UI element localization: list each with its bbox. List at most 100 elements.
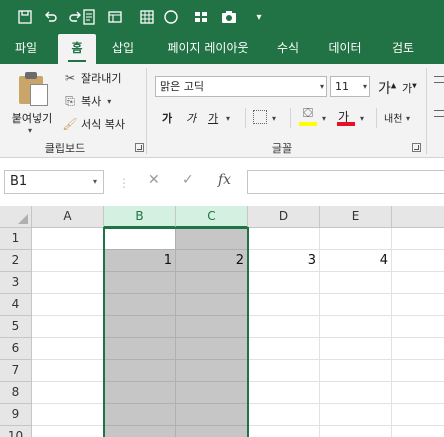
tab-data[interactable]: 데이터: [316, 34, 374, 64]
cell-a2[interactable]: [32, 250, 104, 272]
cell-f9[interactable]: [392, 404, 444, 426]
cell-d6[interactable]: [248, 338, 320, 360]
cell-a7[interactable]: [32, 360, 104, 382]
tab-insert[interactable]: 삽입: [100, 34, 146, 64]
cell-b8[interactable]: [104, 382, 176, 404]
row-header-9[interactable]: 9: [0, 404, 32, 426]
chevron-down-icon[interactable]: ▾: [360, 114, 364, 123]
cell-f1[interactable]: [392, 228, 444, 250]
cell-b6[interactable]: [104, 338, 176, 360]
cell-c3[interactable]: [176, 272, 248, 294]
check-icon[interactable]: ✓: [182, 172, 194, 188]
row-header-8[interactable]: 8: [0, 382, 32, 404]
cell-b7[interactable]: [104, 360, 176, 382]
font-name-select[interactable]: 맑은 고딕 ▾: [155, 76, 327, 97]
autosave-icon[interactable]: [16, 8, 34, 26]
cell-e9[interactable]: [320, 404, 392, 426]
cell-e6[interactable]: [320, 338, 392, 360]
cell-c4[interactable]: [176, 294, 248, 316]
format-painter-button[interactable]: 🖌 서식 복사: [62, 114, 125, 134]
customize-caret-icon[interactable]: ▾: [250, 8, 268, 26]
circle-icon[interactable]: [162, 8, 180, 26]
cell-c9[interactable]: [176, 404, 248, 426]
shrink-font-button[interactable]: 가▼: [402, 80, 417, 96]
cell-d10[interactable]: [248, 426, 320, 437]
cell-c8[interactable]: [176, 382, 248, 404]
chevron-down-icon[interactable]: ▾: [322, 114, 326, 123]
cell-a1[interactable]: [32, 228, 104, 250]
cell-d5[interactable]: [248, 316, 320, 338]
sheet-icon[interactable]: [80, 8, 98, 26]
row-header-2[interactable]: 2: [0, 250, 32, 272]
cell-b2[interactable]: 1: [104, 250, 176, 272]
bold-button[interactable]: 가: [162, 110, 172, 126]
cell-d7[interactable]: [248, 360, 320, 382]
cell-b3[interactable]: [104, 272, 176, 294]
cell-c2[interactable]: 2: [176, 250, 248, 272]
cell-d8[interactable]: [248, 382, 320, 404]
align-icon[interactable]: [434, 110, 444, 111]
cell-e5[interactable]: [320, 316, 392, 338]
row-header-6[interactable]: 6: [0, 338, 32, 360]
cell-b1[interactable]: [104, 228, 176, 250]
cell-e2[interactable]: 4: [320, 250, 392, 272]
font-launcher-icon[interactable]: [412, 143, 421, 152]
cell-e3[interactable]: [320, 272, 392, 294]
cell-a4[interactable]: [32, 294, 104, 316]
column-header-e[interactable]: E: [320, 206, 392, 228]
close-icon[interactable]: ✕: [148, 172, 160, 188]
print-preview-icon[interactable]: [106, 8, 124, 26]
cell-c10[interactable]: [176, 426, 248, 437]
italic-button[interactable]: 가: [186, 110, 196, 126]
cell-e7[interactable]: [320, 360, 392, 382]
column-header-b[interactable]: B: [104, 206, 176, 228]
column-header-a[interactable]: A: [32, 206, 104, 228]
cell-e8[interactable]: [320, 382, 392, 404]
paste-button[interactable]: 붙여넣기 ▾: [6, 70, 56, 135]
cell-c5[interactable]: [176, 316, 248, 338]
cell-d2[interactable]: 3: [248, 250, 320, 272]
cell-f10[interactable]: [392, 426, 444, 437]
cell-f6[interactable]: [392, 338, 444, 360]
fill-color-icon[interactable]: ⛋: [300, 106, 316, 122]
sheet-grid-icon[interactable]: [138, 8, 156, 26]
grow-font-button[interactable]: 가▲: [378, 78, 396, 98]
row-header-3[interactable]: 3: [0, 272, 32, 294]
row-header-10[interactable]: 10: [0, 426, 32, 437]
phonetic-button[interactable]: 내천: [384, 110, 402, 125]
cell-f3[interactable]: [392, 272, 444, 294]
cell-b10[interactable]: [104, 426, 176, 437]
column-header-c[interactable]: C: [176, 206, 248, 228]
cell-e10[interactable]: [320, 426, 392, 437]
cell-c1[interactable]: [176, 228, 248, 250]
row-header-5[interactable]: 5: [0, 316, 32, 338]
cut-button[interactable]: ✂ 잘라내기: [62, 68, 122, 88]
cell-a10[interactable]: [32, 426, 104, 437]
align-icon[interactable]: [434, 76, 444, 77]
camera-icon[interactable]: [220, 8, 238, 26]
cell-a9[interactable]: [32, 404, 104, 426]
cell-f4[interactable]: [392, 294, 444, 316]
chevron-down-icon[interactable]: ▾: [226, 114, 230, 123]
borders-icon[interactable]: [253, 110, 267, 124]
column-header-next[interactable]: [392, 206, 444, 228]
row-header-7[interactable]: 7: [0, 360, 32, 382]
cell-f8[interactable]: [392, 382, 444, 404]
chevron-down-icon[interactable]: ▾: [272, 114, 276, 123]
row-header-4[interactable]: 4: [0, 294, 32, 316]
clipboard-launcher-icon[interactable]: [135, 143, 144, 152]
font-size-select[interactable]: 11 ▾: [330, 76, 370, 97]
formula-input[interactable]: [247, 170, 444, 194]
cell-b4[interactable]: [104, 294, 176, 316]
copy-button[interactable]: ⎘ 복사 ▾: [62, 91, 111, 111]
tab-home[interactable]: 홈: [58, 34, 96, 64]
tab-review[interactable]: 검토: [380, 34, 426, 64]
cell-a8[interactable]: [32, 382, 104, 404]
underline-button[interactable]: 가: [208, 110, 218, 126]
tab-formulas[interactable]: 수식: [266, 34, 310, 64]
cell-d9[interactable]: [248, 404, 320, 426]
cell-f7[interactable]: [392, 360, 444, 382]
cell-f2[interactable]: [392, 250, 444, 272]
cell-e4[interactable]: [320, 294, 392, 316]
grid-icon[interactable]: [192, 8, 210, 26]
